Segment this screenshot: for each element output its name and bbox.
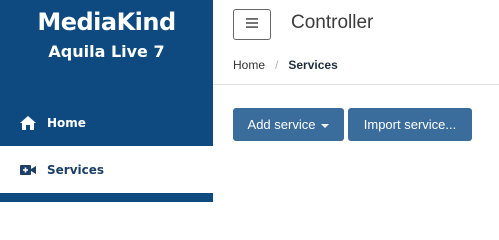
breadcrumb: Home / Services (233, 58, 338, 72)
import-service-label: Import service... (363, 117, 457, 132)
sidebar-footer (0, 193, 213, 202)
add-service-button[interactable]: Add service (233, 108, 344, 141)
breadcrumb-separator: / (275, 58, 279, 72)
home-icon (19, 115, 37, 131)
sidebar-item-label: Home (47, 115, 86, 130)
add-service-label: Add service (247, 117, 316, 132)
brand-logo: MediaKind (37, 8, 176, 36)
sidebar-item-home[interactable]: Home (0, 99, 213, 146)
menu-toggle-button[interactable] (233, 9, 271, 40)
product-name: Aquila Live 7 (48, 42, 165, 61)
sidebar-item-label: Services (47, 162, 105, 177)
page-title: Controller (291, 12, 374, 33)
caret-down-icon (321, 123, 330, 128)
header-divider (213, 84, 499, 85)
import-service-button[interactable]: Import service... (348, 108, 472, 141)
breadcrumb-home[interactable]: Home (233, 58, 265, 72)
sidebar: MediaKind Aquila Live 7 Home Services (0, 0, 213, 202)
sidebar-item-services[interactable]: Services (0, 146, 213, 193)
video-camera-icon (19, 162, 37, 178)
breadcrumb-current: Services (288, 58, 338, 72)
hamburger-icon (245, 16, 259, 34)
